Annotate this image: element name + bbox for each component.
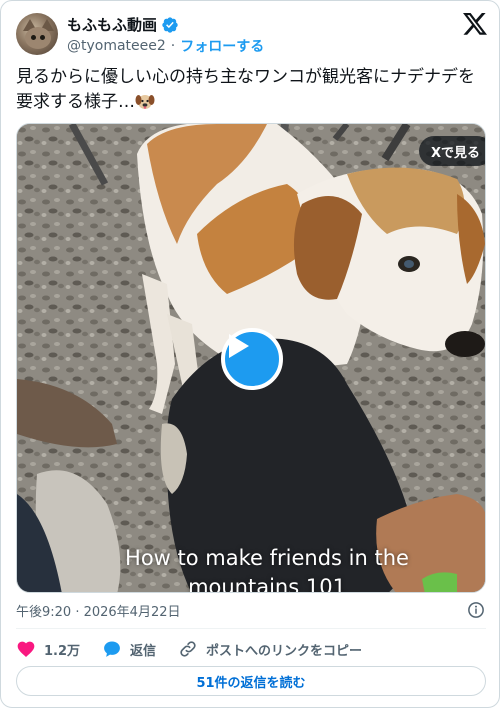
heart-icon	[17, 641, 35, 657]
dog-face-emoji-icon	[135, 92, 155, 110]
caption-line-1: How to make friends in the	[125, 546, 409, 570]
info-icon[interactable]	[467, 601, 485, 619]
embedded-post-card: もふもふ動画 @tyomateee2 · フォローする 見るからに優しい心の持ち…	[0, 0, 500, 708]
video-caption: How to make friends in the mountains 101	[117, 544, 417, 593]
divider	[16, 628, 486, 629]
x-logo-icon[interactable]	[463, 13, 487, 35]
action-bar: 1.2万 返信 ポストへのリンクをコピー	[16, 637, 384, 661]
reply-button[interactable]: 返信	[102, 639, 156, 659]
separator: ·	[170, 38, 176, 54]
reply-bubble-icon	[104, 641, 120, 657]
play-button[interactable]	[221, 328, 283, 390]
read-replies-button[interactable]: 51件の返信を読む	[16, 666, 486, 696]
handle-row: @tyomateee2 · フォローする	[67, 36, 264, 56]
follow-button[interactable]: フォローする	[180, 36, 264, 56]
video-player[interactable]: Xで見る How to make friends in the mountain…	[16, 123, 486, 593]
display-name[interactable]: もふもふ動画	[67, 14, 157, 35]
play-icon	[229, 334, 249, 358]
copy-link-label: ポストへのリンクをコピー	[206, 643, 363, 659]
post-timestamp[interactable]: 午後9:20 · 2026年4月22日	[16, 601, 181, 620]
avatar[interactable]	[16, 13, 58, 55]
like-count: 1.2万	[44, 643, 81, 659]
post-text: 見るからに優しい心の持ち主なワンコが観光客にナデナデを要求する様子…	[16, 67, 475, 112]
verified-badge-icon	[162, 16, 178, 33]
like-button[interactable]: 1.2万	[16, 639, 80, 659]
handle[interactable]: @tyomateee2	[67, 38, 166, 54]
caption-line-2: mountains 101	[188, 575, 346, 593]
link-icon	[180, 641, 196, 657]
copy-link-button[interactable]: ポストへのリンクをコピー	[178, 639, 362, 659]
reply-label: 返信	[130, 643, 157, 659]
watch-on-x-button[interactable]: Xで見る	[419, 136, 485, 166]
author-name-row[interactable]: もふもふ動画	[67, 14, 179, 35]
